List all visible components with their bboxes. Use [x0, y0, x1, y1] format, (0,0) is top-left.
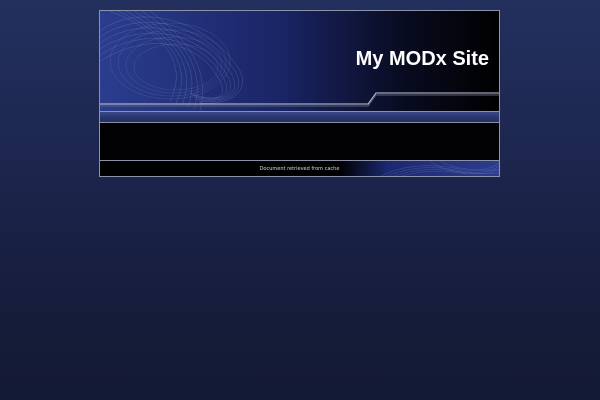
- site-container: My MODx Site Document retrieved from cac…: [99, 10, 500, 177]
- site-title: My MODx Site: [355, 48, 489, 70]
- site-footer: Document retrieved from cache: [100, 160, 499, 176]
- site-header: My MODx Site: [100, 11, 499, 111]
- navigation-bar: [100, 111, 499, 123]
- cache-status-text: Document retrieved from cache: [259, 166, 340, 172]
- main-content-area: [100, 124, 499, 160]
